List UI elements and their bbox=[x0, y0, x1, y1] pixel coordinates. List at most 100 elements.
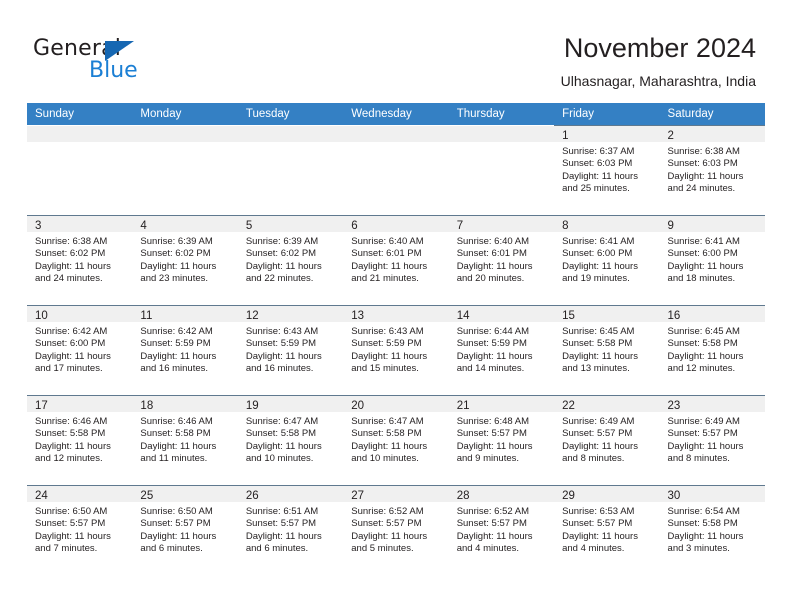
daylight-text-line1: Daylight: 11 hours bbox=[667, 260, 744, 272]
sunset-text: Sunset: 5:58 PM bbox=[245, 428, 317, 440]
page-title: November 2024 bbox=[563, 33, 756, 63]
calendar-day-cell[interactable]: 7 Sunrise: 6:40 AM Sunset: 6:01 PM Daylight… bbox=[448, 215, 555, 305]
sunset-text: Sunset: 5:57 PM bbox=[562, 518, 633, 530]
day-info: Sunrise: 6:52 AM Sunset: 5:57 PM Daylight:… bbox=[449, 502, 554, 555]
day-number: 19 bbox=[245, 400, 259, 412]
calendar-day-cell[interactable]: 19 Sunrise: 6:47 AM Sunset: 5:58 PM Dayligh… bbox=[237, 395, 344, 485]
calendar-day-cell[interactable]: 22 Sunrise: 6:49 AM Sunset: 5:57 PM Dayligh… bbox=[554, 395, 660, 485]
calendar-day-cell[interactable]: 10 Sunrise: 6:42 AM Sunset: 6:00 PM Dayligh… bbox=[27, 305, 133, 395]
weekday-friday: Friday bbox=[562, 108, 595, 120]
calendar-day-cell[interactable]: 4 Sunrise: 6:39 AM Sunset: 6:02 PM Daylight… bbox=[132, 215, 238, 305]
day-number-band: 3 bbox=[27, 215, 133, 232]
calendar-week-row: 3 Sunrise: 6:38 AM Sunset: 6:02 PM Daylight… bbox=[27, 215, 765, 305]
day-info: Sunrise: 6:38 AM Sunset: 6:02 PM Daylight:… bbox=[27, 232, 132, 285]
day-info: Sunrise: 6:51 AM Sunset: 5:57 PM Daylight:… bbox=[238, 502, 343, 555]
calendar-day-cell[interactable]: 26 Sunrise: 6:51 AM Sunset: 5:57 PM Dayligh… bbox=[237, 485, 344, 575]
calendar-day-cell[interactable]: 24 Sunrise: 6:50 AM Sunset: 5:57 PM Dayligh… bbox=[27, 485, 133, 575]
sunrise-text: Sunrise: 6:39 AM bbox=[140, 236, 213, 247]
calendar-page: General Blue November 2024 Ulhasnagar, M… bbox=[0, 0, 792, 612]
day-number: 18 bbox=[140, 400, 154, 412]
sunset-text: Sunset: 5:57 PM bbox=[245, 518, 317, 530]
calendar-day-cell[interactable]: 17 Sunrise: 6:46 AM Sunset: 5:58 PM Dayligh… bbox=[27, 395, 133, 485]
day-info: Sunrise: 6:43 AM Sunset: 5:59 PM Daylight:… bbox=[343, 322, 448, 375]
sunrise-text: Sunrise: 6:44 AM bbox=[456, 326, 530, 337]
weekday-tuesday: Tuesday bbox=[245, 108, 290, 120]
day-number: 23 bbox=[667, 400, 681, 412]
calendar-day-cell[interactable]: 16 Sunrise: 6:45 AM Sunset: 5:58 PM Dayligh… bbox=[659, 305, 765, 395]
daylight-text-line1: Daylight: 11 hours bbox=[456, 440, 533, 452]
calendar-day-cell[interactable]: 18 Sunrise: 6:46 AM Sunset: 5:58 PM Dayligh… bbox=[132, 395, 238, 485]
calendar-day-cell[interactable]: 6 Sunrise: 6:40 AM Sunset: 6:01 PM Daylight… bbox=[343, 215, 449, 305]
calendar-day-cell[interactable]: 1 Sunrise: 6:37 AM Sunset: 6:03 PM Daylight… bbox=[554, 125, 660, 215]
calendar-day-cell[interactable]: 20 Sunrise: 6:47 AM Sunset: 5:58 PM Dayligh… bbox=[343, 395, 449, 485]
sunrise-text: Sunrise: 6:39 AM bbox=[245, 236, 319, 247]
daylight-text-line1: Daylight: 11 hours bbox=[351, 530, 428, 542]
calendar-day-cell-empty bbox=[448, 125, 555, 215]
calendar-day-cell[interactable]: 3 Sunrise: 6:38 AM Sunset: 6:02 PM Daylight… bbox=[27, 215, 133, 305]
calendar-day-cell[interactable]: 15 Sunrise: 6:45 AM Sunset: 5:58 PM Dayligh… bbox=[554, 305, 660, 395]
day-number-band: 17 bbox=[27, 395, 133, 412]
sunrise-text: Sunrise: 6:43 AM bbox=[245, 326, 319, 337]
sunset-text: Sunset: 5:57 PM bbox=[667, 428, 738, 440]
day-number: 8 bbox=[562, 220, 569, 232]
daylight-text-line2: and 3 minutes. bbox=[667, 542, 730, 554]
calendar-week-row: 10 Sunrise: 6:42 AM Sunset: 6:00 PM Dayligh… bbox=[27, 305, 765, 395]
daylight-text-line1: Daylight: 11 hours bbox=[667, 440, 744, 452]
sunrise-text: Sunrise: 6:45 AM bbox=[562, 326, 635, 337]
day-number: 6 bbox=[351, 220, 358, 232]
weekday-saturday: Saturday bbox=[667, 108, 714, 120]
sunset-text: Sunset: 5:59 PM bbox=[351, 338, 422, 350]
calendar-day-cell[interactable]: 9 Sunrise: 6:41 AM Sunset: 6:00 PM Daylight… bbox=[659, 215, 765, 305]
weekday-monday: Monday bbox=[140, 108, 182, 120]
sunset-text: Sunset: 6:01 PM bbox=[456, 248, 527, 260]
calendar-day-cell[interactable]: 8 Sunrise: 6:41 AM Sunset: 6:00 PM Daylight… bbox=[554, 215, 660, 305]
day-info: Sunrise: 6:46 AM Sunset: 5:58 PM Daylight:… bbox=[132, 412, 237, 465]
day-number-band: 8 bbox=[554, 215, 660, 232]
sunrise-text: Sunrise: 6:51 AM bbox=[245, 506, 319, 517]
calendar-day-cell[interactable]: 30 Sunrise: 6:54 AM Sunset: 5:58 PM Dayligh… bbox=[659, 485, 765, 575]
day-info: Sunrise: 6:49 AM Sunset: 5:57 PM Daylight:… bbox=[554, 412, 659, 465]
daylight-text-line1: Daylight: 11 hours bbox=[245, 260, 322, 272]
calendar-day-cell[interactable]: 13 Sunrise: 6:43 AM Sunset: 5:59 PM Dayligh… bbox=[343, 305, 449, 395]
calendar-day-cell[interactable]: 14 Sunrise: 6:44 AM Sunset: 5:59 PM Dayligh… bbox=[448, 305, 555, 395]
calendar-day-cell[interactable]: 2 Sunrise: 6:38 AM Sunset: 6:03 PM Daylight… bbox=[659, 125, 765, 215]
day-number-band bbox=[448, 125, 555, 142]
daylight-text-line1: Daylight: 11 hours bbox=[35, 530, 111, 542]
calendar-day-cell-empty bbox=[132, 125, 238, 215]
day-number: 7 bbox=[456, 220, 464, 232]
calendar-day-cell[interactable]: 25 Sunrise: 6:50 AM Sunset: 5:57 PM Dayligh… bbox=[132, 485, 238, 575]
day-info: Sunrise: 6:50 AM Sunset: 5:57 PM Daylight:… bbox=[132, 502, 237, 555]
day-number-band: 23 bbox=[659, 395, 765, 412]
day-number-band: 2 bbox=[659, 125, 765, 142]
daylight-text-line1: Daylight: 11 hours bbox=[456, 530, 533, 542]
calendar-day-cell[interactable]: 11 Sunrise: 6:42 AM Sunset: 5:59 PM Dayligh… bbox=[132, 305, 238, 395]
sunset-text: Sunset: 5:58 PM bbox=[351, 428, 422, 440]
calendar-day-cell[interactable]: 27 Sunrise: 6:52 AM Sunset: 5:57 PM Dayligh… bbox=[343, 485, 449, 575]
sunrise-text: Sunrise: 6:42 AM bbox=[35, 326, 108, 337]
calendar-day-cell[interactable]: 12 Sunrise: 6:43 AM Sunset: 5:59 PM Dayligh… bbox=[237, 305, 344, 395]
calendar-day-cell[interactable]: 28 Sunrise: 6:52 AM Sunset: 5:57 PM Dayligh… bbox=[448, 485, 555, 575]
day-number-band: 22 bbox=[554, 395, 660, 412]
day-info: Sunrise: 6:53 AM Sunset: 5:57 PM Daylight:… bbox=[554, 502, 659, 555]
daylight-text-line1: Daylight: 11 hours bbox=[35, 260, 111, 272]
sunrise-text: Sunrise: 6:47 AM bbox=[351, 416, 424, 427]
day-number-band: 21 bbox=[448, 395, 555, 412]
calendar-day-cell[interactable]: 23 Sunrise: 6:49 AM Sunset: 5:57 PM Dayligh… bbox=[659, 395, 765, 485]
title-block: November 2024 Ulhasnagar, Maharashtra, I… bbox=[561, 32, 756, 90]
sunset-text: Sunset: 5:58 PM bbox=[562, 338, 633, 350]
day-number-band: 10 bbox=[27, 305, 133, 322]
day-number-band: 16 bbox=[659, 305, 765, 322]
day-number-band: 27 bbox=[343, 485, 449, 502]
daylight-text-line2: and 14 minutes. bbox=[456, 362, 525, 374]
day-info: Sunrise: 6:37 AM Sunset: 6:03 PM Daylight:… bbox=[554, 142, 659, 195]
daylight-text-line1: Daylight: 11 hours bbox=[562, 530, 638, 542]
sunrise-text: Sunrise: 6:40 AM bbox=[456, 236, 530, 247]
general-blue-logo[interactable]: General Blue bbox=[33, 36, 183, 84]
calendar-day-cell[interactable]: 5 Sunrise: 6:39 AM Sunset: 6:02 PM Daylight… bbox=[237, 215, 344, 305]
day-number-band: 6 bbox=[343, 215, 449, 232]
sunset-text: Sunset: 6:02 PM bbox=[35, 248, 106, 260]
calendar-week-row: 24 Sunrise: 6:50 AM Sunset: 5:57 PM Dayligh… bbox=[27, 485, 765, 575]
day-info: Sunrise: 6:48 AM Sunset: 5:57 PM Daylight:… bbox=[449, 412, 554, 465]
calendar-day-cell[interactable]: 29 Sunrise: 6:53 AM Sunset: 5:57 PM Dayligh… bbox=[554, 485, 660, 575]
calendar-day-cell[interactable]: 21 Sunrise: 6:48 AM Sunset: 5:57 PM Dayligh… bbox=[448, 395, 555, 485]
